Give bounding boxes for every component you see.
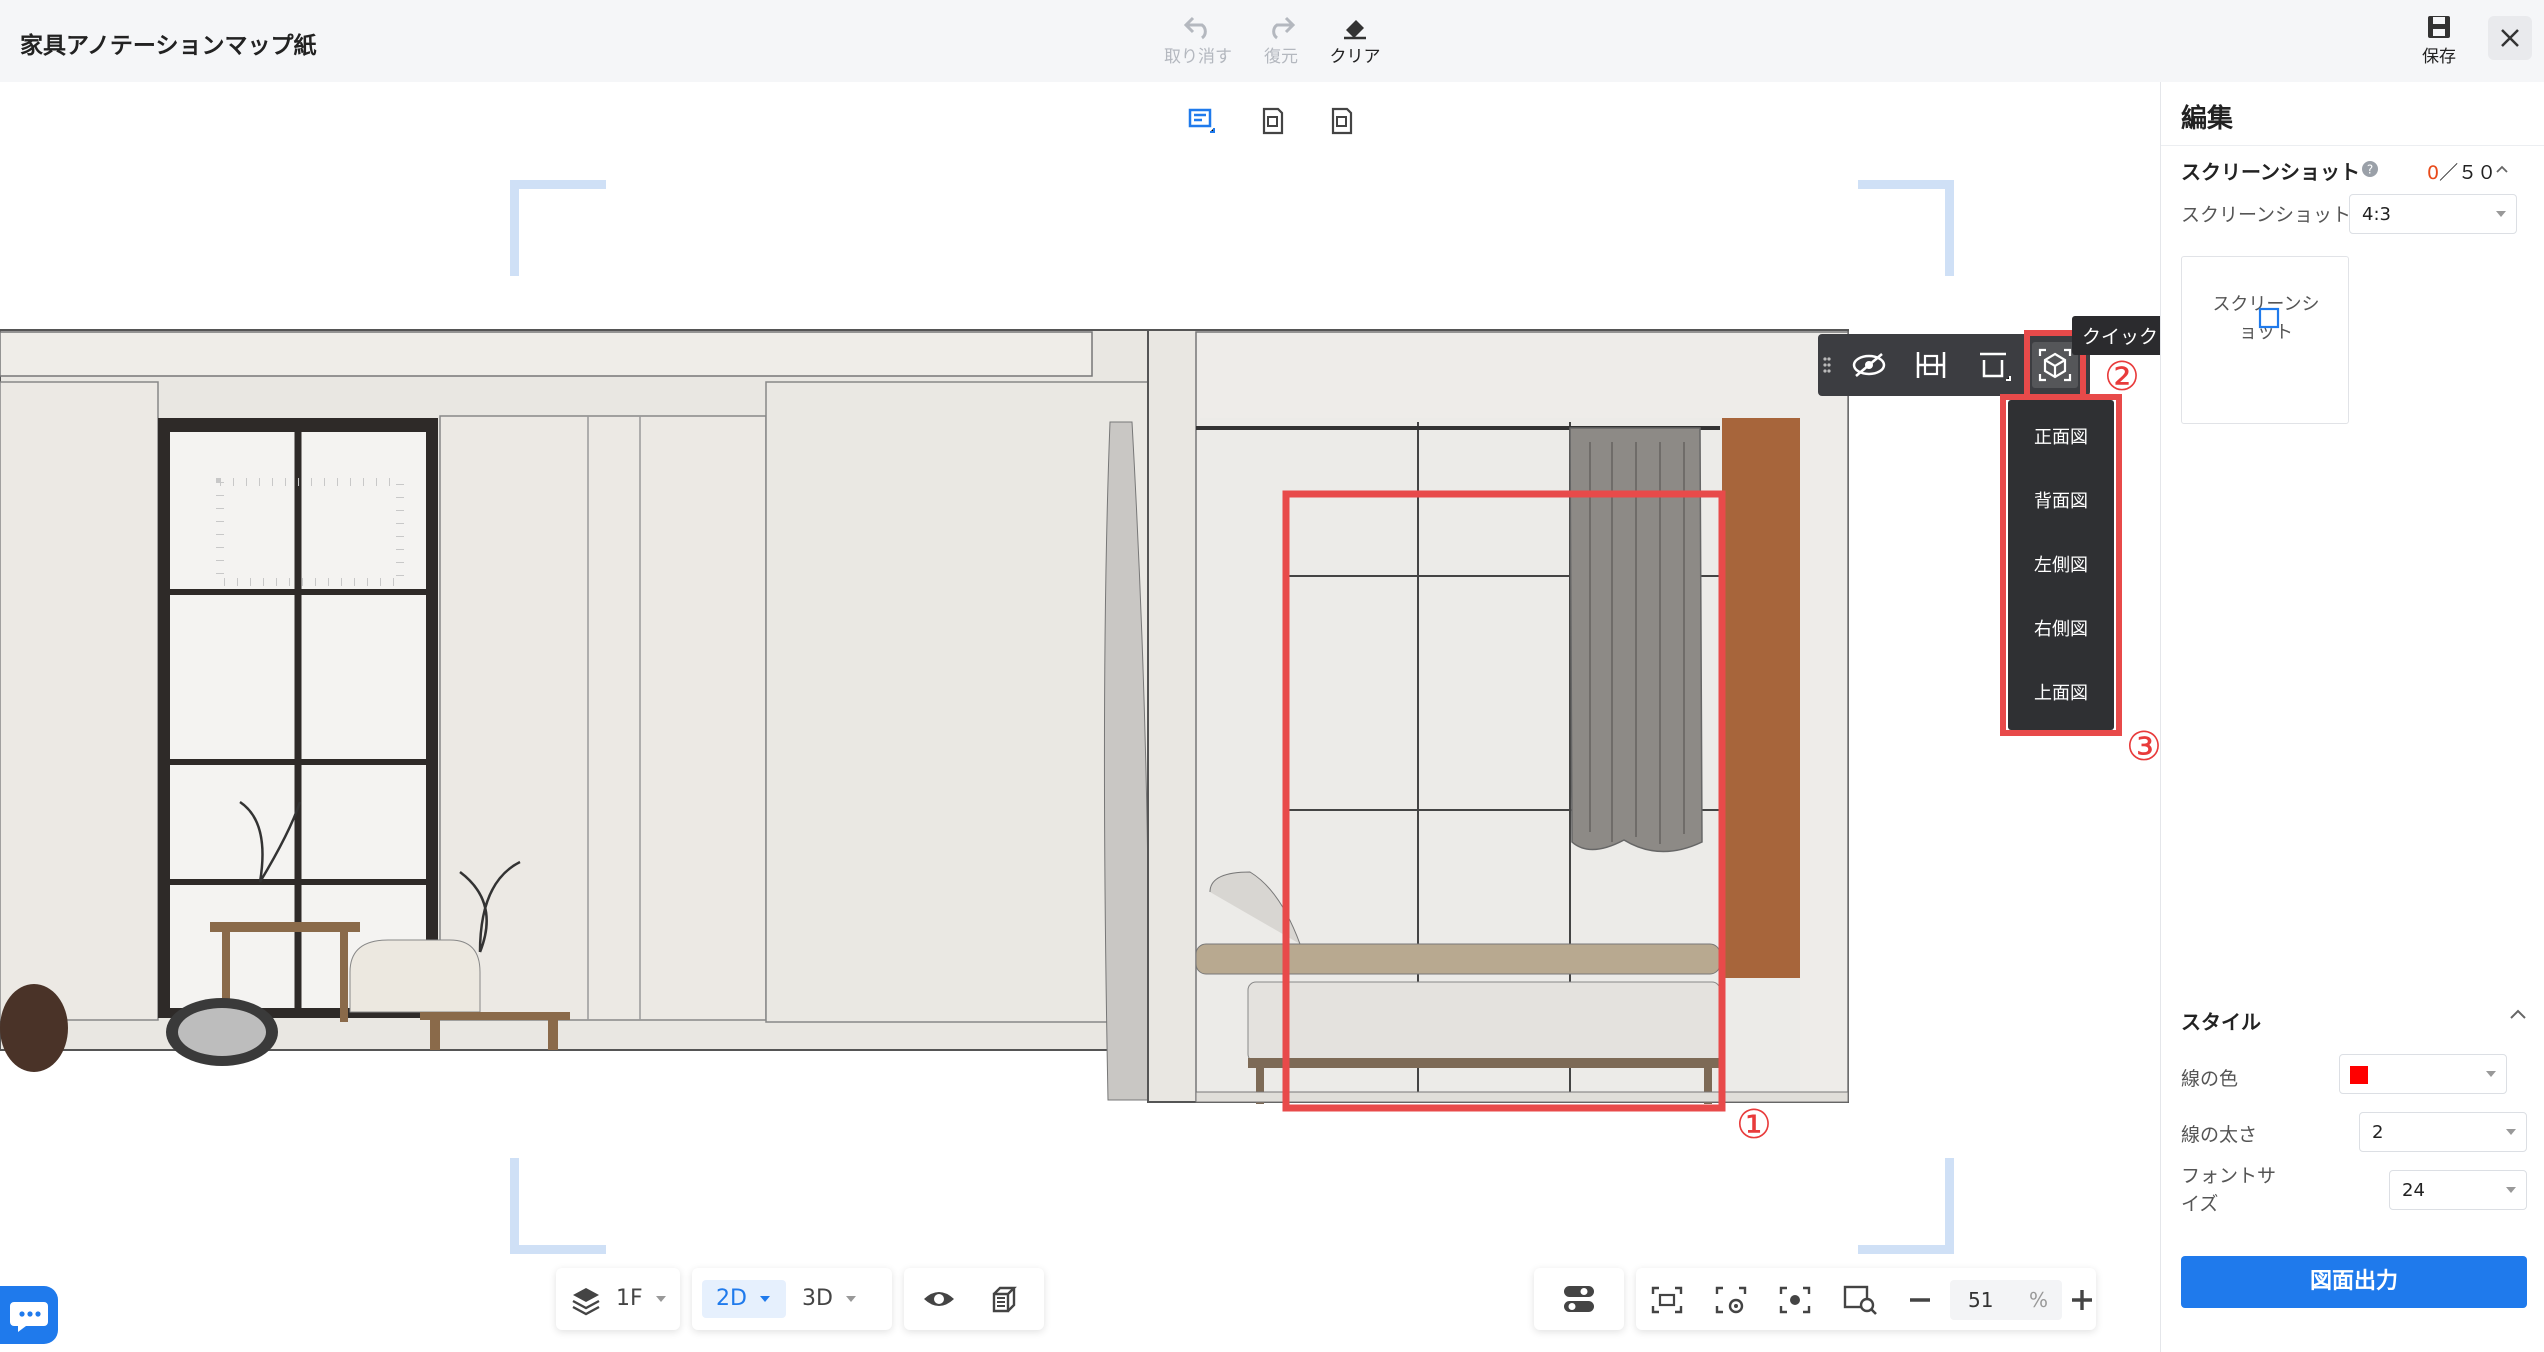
chat-button[interactable] — [0, 1286, 58, 1344]
chevron-down-icon — [655, 1296, 666, 1302]
line-color-swatch — [2350, 1066, 2368, 1084]
annotation-1: ① — [1736, 1102, 1772, 1148]
undo-label: 取り消す — [1164, 47, 1232, 67]
drawing-canvas[interactable]: ① ② ③ — [0, 82, 2160, 1352]
save-button[interactable]: 保存 — [2394, 10, 2484, 76]
font-size-label: フォントサイズ — [2181, 1165, 2277, 1215]
quick-view-menu-highlight — [2000, 394, 2122, 736]
mode-3d-label: 3D — [802, 1286, 833, 1311]
box-icon[interactable] — [988, 1283, 1020, 1315]
zoom-unit: % — [2028, 1288, 2048, 1312]
screenshot-section-title: スクリーンショット — [2181, 160, 2360, 184]
settings-group — [1534, 1268, 1624, 1330]
view-settings-icon[interactable] — [1714, 1284, 1748, 1316]
chevron-down-icon — [2496, 211, 2506, 217]
dimension-icon[interactable] — [1908, 342, 1954, 388]
mode-2d-button[interactable]: 2D — [702, 1280, 786, 1318]
chevron-down-icon — [2506, 1129, 2516, 1135]
style-collapse-icon[interactable] — [2509, 1008, 2527, 1020]
clear-label: クリア — [1329, 47, 1381, 67]
close-icon — [2501, 29, 2519, 47]
redo-icon — [1272, 16, 1296, 40]
zoom-in-icon[interactable] — [2068, 1286, 2096, 1314]
fit-view-icon[interactable] — [1650, 1284, 1684, 1316]
line-width-label: 線の太さ — [2181, 1124, 2258, 1146]
line-width-value: 2 — [2372, 1122, 2384, 1143]
font-size-select[interactable]: 24 — [2389, 1170, 2527, 1210]
panel-title: 編集 — [2181, 104, 2234, 134]
chat-icon — [10, 1302, 48, 1332]
annotation-3: ③ — [2126, 724, 2160, 770]
screenshot-count-max: ／５０ — [2439, 162, 2497, 184]
chevron-down-icon — [2506, 1187, 2516, 1193]
selection-floating-toolbar — [1818, 330, 2090, 400]
floor-value: 1F — [616, 1286, 643, 1311]
font-size-value: 24 — [2402, 1180, 2425, 1201]
undo-icon — [1183, 16, 1207, 40]
toggle-settings-icon[interactable] — [1562, 1284, 1596, 1314]
panel-header: 編集 — [2161, 82, 2544, 146]
add-screenshot-card[interactable]: スクリーンショット — [2181, 256, 2349, 424]
chevron-up-icon[interactable] — [2495, 164, 2509, 174]
export-drawing-button[interactable]: 図面出力 — [2181, 1256, 2527, 1308]
screenshot-ratio-select[interactable]: 4:3 — [2349, 194, 2517, 234]
drag-handle-icon[interactable] — [1820, 342, 1834, 388]
zoom-value: 51 — [1968, 1288, 1994, 1312]
close-button[interactable] — [2488, 16, 2532, 60]
mode-3d-button[interactable]: 3D — [802, 1280, 856, 1318]
undo-button[interactable]: 取り消す — [1153, 10, 1243, 76]
frame-icon[interactable] — [1970, 342, 2016, 388]
room-elevation-drawing[interactable]: ① ② ③ — [0, 82, 2160, 1352]
eraser-icon — [1344, 20, 1366, 40]
screenshot-icon — [2258, 307, 2280, 329]
chevron-down-icon — [845, 1296, 856, 1302]
svg-text:?: ? — [2367, 163, 2373, 177]
save-label: 保存 — [2422, 47, 2456, 67]
display-options-group — [904, 1268, 1044, 1330]
layers-icon[interactable] — [570, 1284, 602, 1316]
line-width-select[interactable]: 2 — [2359, 1112, 2527, 1152]
mode-2d-label: 2D — [716, 1286, 747, 1311]
zoom-out-icon[interactable] — [1906, 1286, 1934, 1314]
quick-view-menu: 正面図 背面図 左側図 右側図 上面図 — [2000, 394, 2122, 736]
app-title: 家具アノテーションマップ紙 — [20, 33, 317, 59]
floor-select[interactable]: 1F — [616, 1280, 666, 1318]
style-section-title: スタイル — [2181, 1010, 2261, 1034]
hide-icon[interactable] — [1846, 342, 1892, 388]
visibility-icon[interactable] — [922, 1283, 956, 1315]
screenshot-counter: 0／５０ — [2427, 158, 2496, 185]
edit-panel: 編集 スクリーンショット ? 0／５０ スクリーンショット比率 4:3 スクリー… — [2160, 82, 2544, 1352]
screenshot-count-current: 0 — [2427, 162, 2440, 184]
zoom-tools-group: 51 % — [1636, 1268, 2096, 1330]
focus-icon[interactable] — [1778, 1284, 1812, 1316]
floor-selector-group: 1F — [556, 1268, 680, 1330]
save-icon — [2428, 16, 2450, 38]
chevron-down-icon — [759, 1296, 770, 1302]
screenshot-ratio-value: 4:3 — [2362, 204, 2391, 225]
line-color-select[interactable] — [2339, 1054, 2507, 1094]
top-bar: 家具アノテーションマップ紙 取り消す 復元 クリア 保存 — [0, 0, 2544, 82]
clear-button[interactable]: クリア — [1310, 10, 1400, 76]
view-mode-group: 2D 3D — [692, 1268, 892, 1330]
zoom-input[interactable]: 51 % — [1950, 1280, 2062, 1320]
chevron-down-icon — [2486, 1071, 2496, 1077]
help-icon[interactable]: ? — [2361, 160, 2379, 178]
line-color-label: 線の色 — [2181, 1068, 2239, 1090]
zoom-area-icon[interactable] — [1842, 1284, 1878, 1316]
